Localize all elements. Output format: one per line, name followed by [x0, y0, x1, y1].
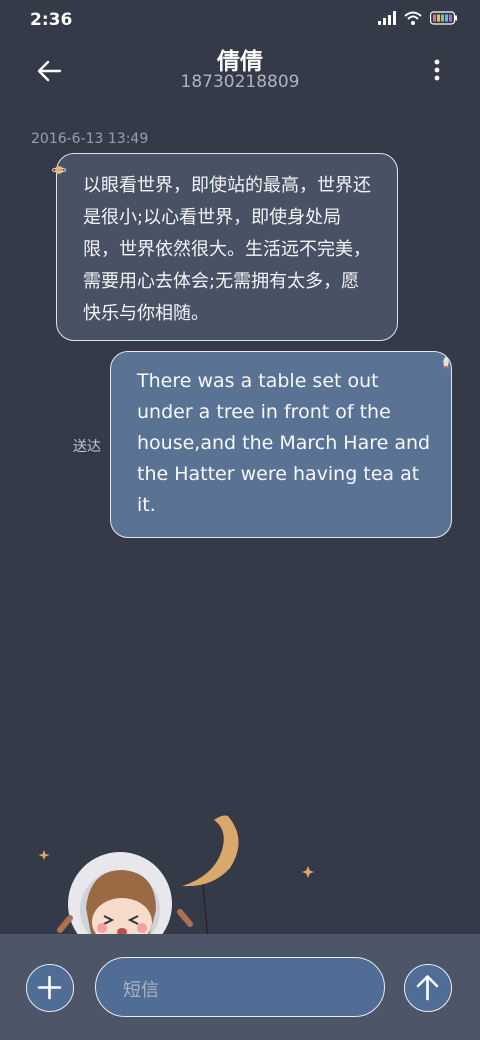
- send-button[interactable]: [404, 964, 452, 1012]
- message-timestamp: 2016-6-13 13:49: [31, 131, 149, 147]
- message-input-placeholder: 短信: [123, 980, 159, 1001]
- battery-icon: [430, 11, 457, 25]
- conversation-header: 倩倩 18730218809: [0, 40, 480, 110]
- more-vertical-icon[interactable]: [432, 56, 442, 84]
- signal-icon: [378, 11, 396, 25]
- incoming-message-bubble[interactable]: 以眼看世界，即使站的最高，世界还是很小;以心看世界，即使身处局限，世界依然很大。…: [56, 153, 398, 341]
- outgoing-message-bubble[interactable]: There was a table set out under a tree i…: [110, 351, 452, 538]
- outgoing-message-text: There was a table set out under a tree i…: [137, 370, 431, 516]
- contact-name: 倩倩: [217, 49, 263, 75]
- message-input[interactable]: 短信: [95, 957, 385, 1017]
- status-time: 2:36: [30, 10, 73, 30]
- bubble-decoration-icon: [52, 166, 66, 174]
- wifi-icon: [404, 11, 422, 25]
- plus-icon: [37, 975, 62, 1000]
- add-attachment-button[interactable]: [26, 964, 74, 1012]
- contact-phone-number: 18730218809: [180, 72, 300, 92]
- incoming-message-text: 以眼看世界，即使站的最高，世界还是很小;以心看世界，即使身处局限，世界依然很大。…: [83, 175, 371, 324]
- rocket-decoration-icon: [443, 356, 449, 369]
- status-icons: [378, 11, 458, 25]
- delivery-status: 送达: [73, 439, 101, 455]
- astronaut-illustration: [38, 815, 314, 940]
- status-bar: 2:36: [0, 0, 480, 40]
- arrow-up-icon: [416, 975, 439, 1001]
- composer-bar: 短信: [0, 934, 480, 1040]
